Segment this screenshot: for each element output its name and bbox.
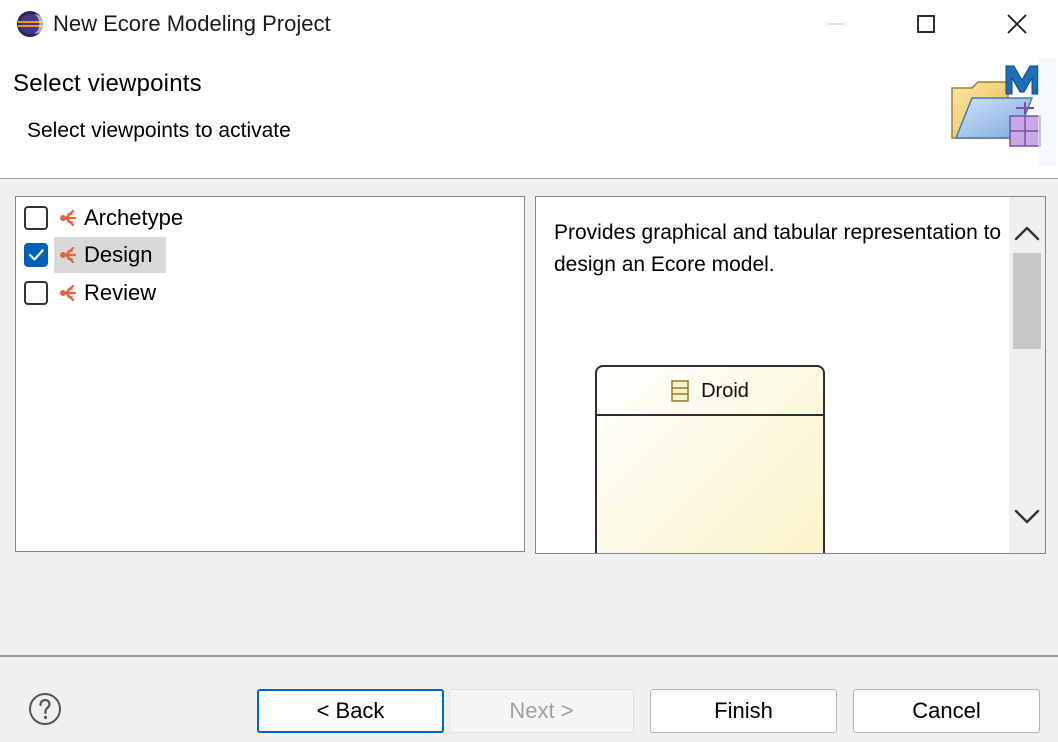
class-name: Droid (701, 379, 749, 402)
viewpoint-item-review[interactable]: Review (24, 275, 170, 311)
page-description: Select viewpoints to activate (27, 119, 291, 142)
maximize-icon (917, 15, 935, 33)
viewpoint-item-archetype[interactable]: Archetype (24, 200, 197, 236)
vertical-scrollbar[interactable] (1009, 197, 1045, 553)
viewpoint-label: Review (84, 280, 157, 305)
cancel-button[interactable]: Cancel (853, 689, 1040, 733)
design-checkbox[interactable] (24, 243, 48, 267)
class-preview-droid: Droid (595, 365, 825, 553)
wizard-banner: Select viewpoints Select viewpoints to a… (0, 48, 1058, 179)
scroll-up-button[interactable] (1009, 215, 1045, 251)
help-button[interactable] (28, 692, 62, 726)
viewpoint-item-design[interactable]: Design (24, 237, 167, 273)
review-checkbox[interactable] (24, 281, 48, 305)
eclass-icon (671, 379, 689, 402)
close-icon (1007, 14, 1027, 34)
viewpoint-description: Provides graphical and tabular represent… (554, 221, 1002, 276)
viewpoint-label-wrap[interactable]: Review (54, 275, 170, 311)
checkmark-icon (28, 249, 44, 261)
close-button[interactable] (971, 0, 1058, 48)
viewpoint-label-wrap[interactable]: Archetype (54, 200, 197, 236)
page-title: Select viewpoints (13, 70, 202, 97)
finish-button[interactable]: Finish (650, 689, 837, 733)
scroll-down-button[interactable] (1009, 499, 1045, 535)
footer-separator (0, 655, 1058, 657)
class-header: Droid (597, 367, 823, 416)
title-bar: New Ecore Modeling Project (0, 0, 1058, 48)
help-icon (29, 693, 61, 725)
scroll-thumb[interactable] (1013, 253, 1041, 349)
viewpoint-icon (60, 246, 77, 264)
viewpoint-list[interactable]: Archetype Design Review (15, 196, 525, 552)
maximize-button[interactable] (880, 0, 972, 48)
new-ecore-modeling-project-dialog: New Ecore Modeling Project Select viewpo… (0, 0, 1058, 742)
chevron-down-icon (1014, 509, 1040, 524)
viewpoint-label: Design (84, 242, 153, 267)
minimize-button[interactable] (790, 0, 882, 48)
eclipse-icon (17, 11, 44, 37)
ecore-modeling-wizard-icon (951, 58, 1056, 166)
viewpoint-description-panel[interactable]: Provides graphical and tabular represent… (535, 196, 1046, 554)
viewpoint-label-wrap[interactable]: Design (54, 237, 167, 273)
viewpoint-icon (60, 284, 77, 302)
back-button[interactable]: < Back (257, 689, 444, 733)
chevron-up-icon (1014, 226, 1040, 241)
archetype-checkbox[interactable] (24, 206, 48, 230)
window-title: New Ecore Modeling Project (53, 11, 331, 36)
viewpoint-icon (60, 209, 77, 227)
minimize-icon (828, 23, 844, 25)
next-button[interactable]: Next > (449, 689, 634, 733)
viewpoint-label: Archetype (84, 205, 184, 230)
